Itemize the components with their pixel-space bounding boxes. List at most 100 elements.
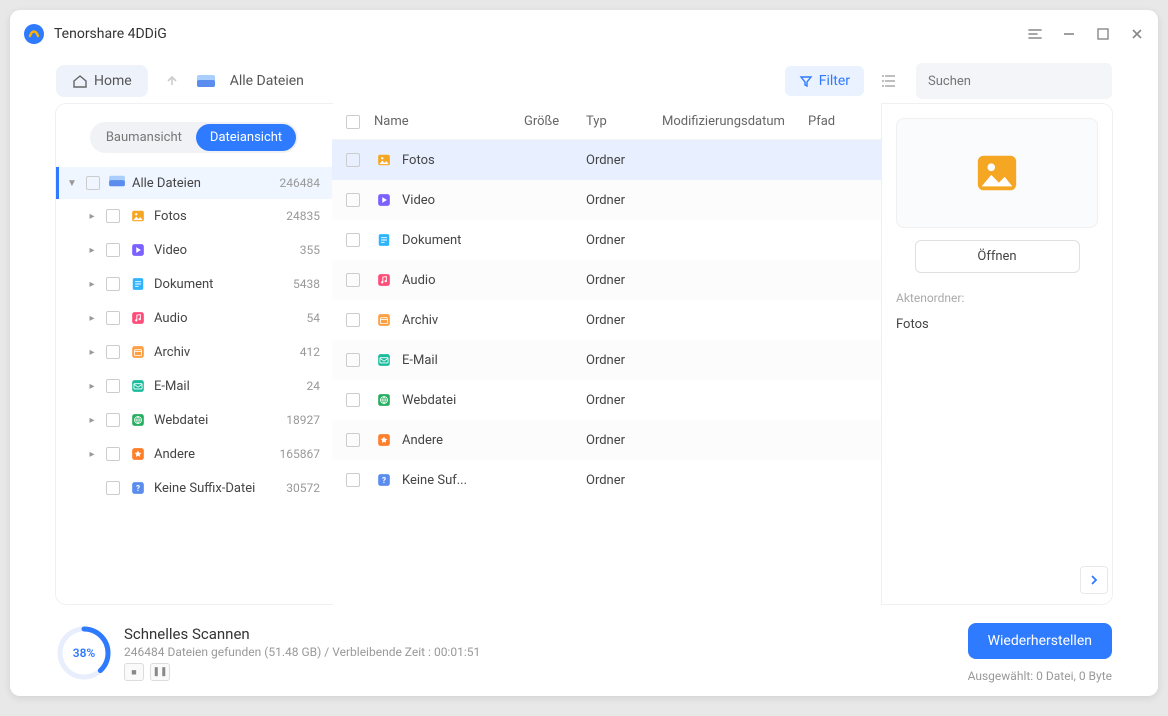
tree-item[interactable]: ▸ Andere 165867 [56,437,332,471]
star-icon [128,444,148,464]
row-checkbox[interactable] [346,393,360,407]
table-row[interactable]: Dokument Ordner [332,220,882,260]
tree-item-count: 165867 [280,447,320,461]
minimize-icon[interactable] [1060,25,1078,43]
tree-item[interactable]: ▸ E-Mail 24 [56,369,332,403]
meta-folder-label: Aktenordner: [896,291,1098,305]
tree-item-count: 30572 [286,481,320,495]
checkbox[interactable] [106,209,120,223]
list-view-toggle[interactable] [872,63,908,99]
cell-type: Ordner [586,273,662,288]
tree-item-count: 412 [300,345,320,359]
caret-right-icon[interactable]: ▸ [86,415,98,426]
tab-file-view[interactable]: Dateiansicht [196,124,296,151]
cell-type: Ordner [586,473,662,488]
table-row[interactable]: E-Mail Ordner [332,340,882,380]
caret-right-icon[interactable]: ▸ [86,279,98,290]
checkbox[interactable] [86,176,100,190]
tree-item[interactable]: ▸ Fotos 24835 [56,199,332,233]
tree-item[interactable]: ? Keine Suffix-Datei 30572 [56,471,332,505]
col-type[interactable]: Typ [586,114,662,129]
menu-icon[interactable] [1026,25,1044,43]
filter-button[interactable]: Filter [785,66,864,96]
row-checkbox[interactable] [346,313,360,327]
tree-item[interactable]: ▸ Video 355 [56,233,332,267]
caret-down-icon[interactable]: ▼ [66,178,78,189]
table-row[interactable]: ? Keine Suf... Ordner [332,460,882,500]
tree-root[interactable]: ▼ Alle Dateien 246484 [56,167,332,199]
caret-right-icon[interactable]: ▸ [86,211,98,222]
recover-button[interactable]: Wiederherstellen [968,623,1112,659]
table-row[interactable]: Webdatei Ordner [332,380,882,420]
breadcrumb[interactable]: Alle Dateien [230,73,304,89]
caret-right-icon[interactable]: ▸ [86,381,98,392]
home-button[interactable]: Home [56,65,148,97]
tab-tree-view[interactable]: Baumansicht [92,124,196,151]
titlebar: Tenorshare 4DDiG [10,10,1158,58]
row-checkbox[interactable] [346,473,360,487]
row-checkbox[interactable] [346,433,360,447]
stop-scan-button[interactable]: ■ [124,663,144,681]
row-checkbox[interactable] [346,153,360,167]
toolbar: Home Alle Dateien Filter [10,58,1158,104]
scan-title: Schnelles Scannen [124,625,956,643]
row-checkbox[interactable] [346,233,360,247]
cell-name: Keine Suf... [402,473,524,488]
checkbox[interactable] [106,311,120,325]
expand-panel-button[interactable] [1080,566,1108,594]
col-name[interactable]: Name [374,114,524,129]
table-row[interactable]: Fotos Ordner [332,140,882,180]
maximize-icon[interactable] [1094,25,1112,43]
col-path[interactable]: Pfad [808,114,868,129]
image-icon [128,206,148,226]
checkbox[interactable] [106,447,120,461]
tree-item-label: E-Mail [154,379,307,394]
row-checkbox[interactable] [346,193,360,207]
table-row[interactable]: Archiv Ordner [332,300,882,340]
open-button[interactable]: Öffnen [915,240,1080,273]
selected-info: Ausgewählt: 0 Datei, 0 Byte [968,669,1112,683]
globe-icon [374,390,394,410]
tree-item-label: Video [154,243,300,258]
row-checkbox[interactable] [346,353,360,367]
select-all-checkbox[interactable] [346,115,360,129]
search-box[interactable] [916,63,1112,99]
globe-icon [128,410,148,430]
tree-item-count: 54 [307,311,321,325]
table-row[interactable]: Andere Ordner [332,420,882,460]
scan-info: Schnelles Scannen 246484 Dateien gefunde… [124,625,956,681]
tree-item[interactable]: ▸ Webdatei 18927 [56,403,332,437]
table-row[interactable]: Audio Ordner [332,260,882,300]
tree-item[interactable]: ▸ Dokument 5438 [56,267,332,301]
caret-right-icon[interactable]: ▸ [86,449,98,460]
mail-icon [128,376,148,396]
tree-item-count: 5438 [293,277,320,291]
tree-item-label: Archiv [154,345,300,360]
checkbox[interactable] [106,481,120,495]
col-date[interactable]: Modifizierungsdatum [662,114,808,129]
play-icon [128,240,148,260]
checkbox[interactable] [106,277,120,291]
table-row[interactable]: Video Ordner [332,180,882,220]
row-checkbox[interactable] [346,273,360,287]
caret-right-icon[interactable]: ▸ [86,313,98,324]
checkbox[interactable] [106,379,120,393]
music-icon [128,308,148,328]
checkbox[interactable] [106,243,120,257]
col-size[interactable]: Größe [524,114,586,129]
pause-scan-button[interactable]: ❚❚ [150,663,170,681]
caret-right-icon[interactable]: ▸ [86,347,98,358]
close-icon[interactable] [1128,25,1146,43]
cell-type: Ordner [586,313,662,328]
tree-item-label: Webdatei [154,413,286,428]
tree-item-label: Keine Suffix-Datei [154,481,286,496]
nav-up-icon[interactable] [156,65,188,97]
search-input[interactable] [928,74,1094,89]
tree-item[interactable]: ▸ Audio 54 [56,301,332,335]
app-window: Tenorshare 4DDiG Home Alle Dateien Filte… [10,10,1158,696]
checkbox[interactable] [106,413,120,427]
checkbox[interactable] [106,345,120,359]
caret-right-icon[interactable]: ▸ [86,245,98,256]
tree-item[interactable]: ▸ Archiv 412 [56,335,332,369]
tree-item-count: 355 [300,243,320,257]
